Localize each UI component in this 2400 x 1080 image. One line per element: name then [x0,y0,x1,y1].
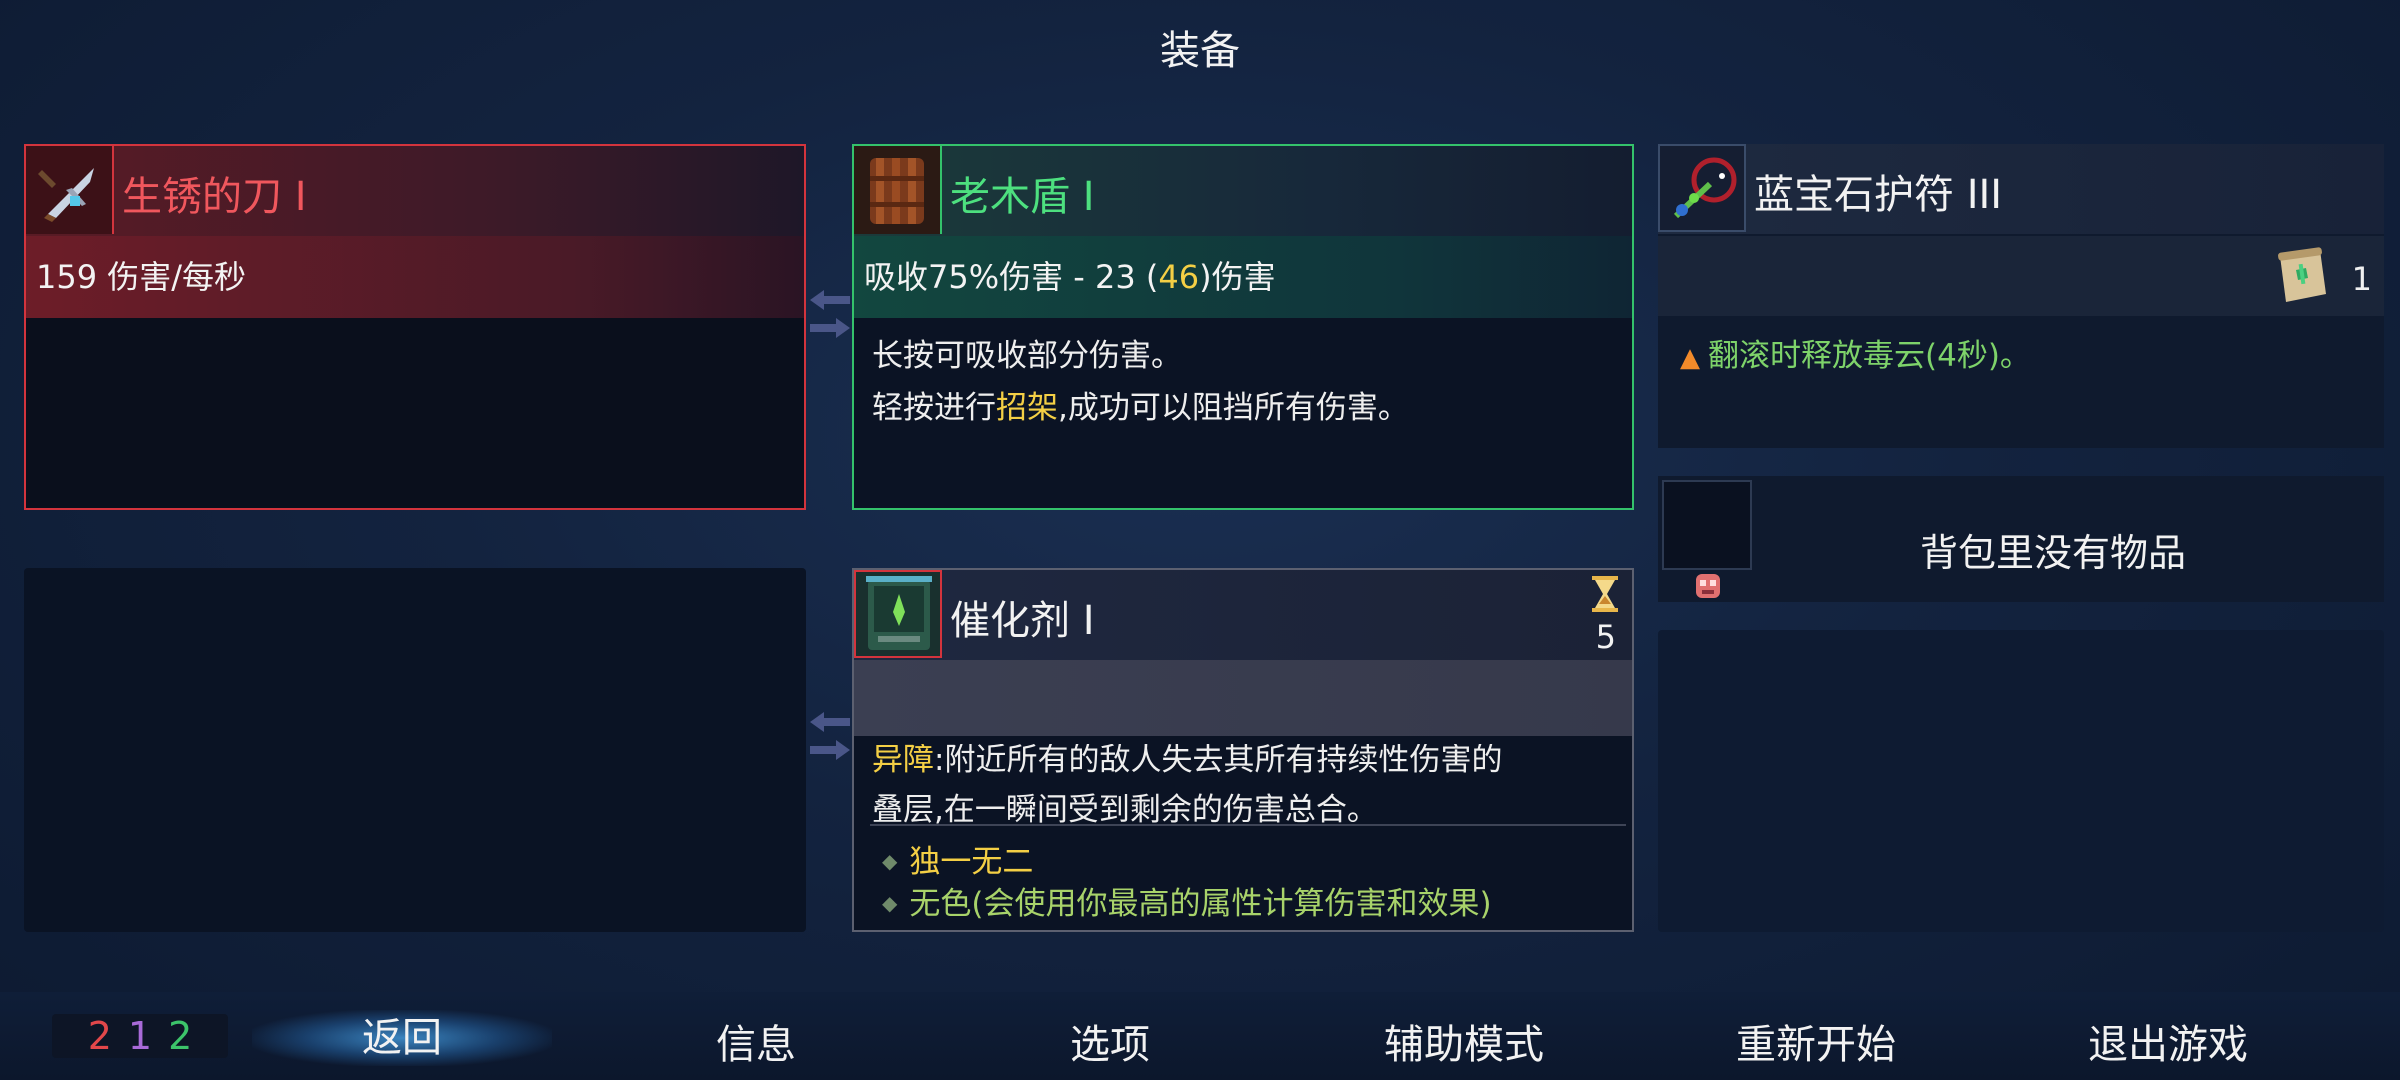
scroll-icon [2278,247,2326,302]
shield-stat-suffix: )伤害 [1199,258,1276,296]
catalyst-tag-colorless-text: 无色(会使用你最高的属性计算伤害和效果) [909,886,1492,922]
sapphire-amulet-icon [1658,144,1746,232]
empty-mutation-area [1658,630,2384,932]
tactics-count: 1 [127,1014,153,1058]
menu-restart-button[interactable]: 重新开始 [1696,1012,1936,1070]
shield-stat-prefix: 吸收75%伤害 - 23 ( [864,258,1159,296]
cooldown-seconds: 5 [1595,618,1616,656]
shield-header: 老木盾 I [854,146,1632,236]
screen-title: 装备 [1160,28,1240,74]
menu-options-button[interactable]: 选项 [990,1012,1230,1070]
backpack-empty-text: 背包里没有物品 [1920,531,2187,575]
amulet-effect: ▲ 翻滚时释放毒云(4秒)。 [1680,330,2031,375]
weapon-header: 生锈的刀 I [26,146,804,236]
weapon-slot[interactable]: 生锈的刀 I 159 伤害/每秒 [24,144,806,510]
catalyst-tag-unique-text: 独一无二 [909,844,1034,880]
catalyst-tag-colorless: ◆ 无色(会使用你最高的属性计算伤害和效果) [882,878,1492,923]
ability-arrow-icon: ▲ [1680,343,1700,373]
weapon-dps: 159 伤害/每秒 [26,236,804,318]
catalyst-header: 催化剂 I [854,570,1632,660]
amulet-effect-text: 翻滚时释放毒云(4秒)。 [1708,338,2031,374]
backpack-slot[interactable]: 背包里没有物品 [1658,476,2384,602]
amulet-name: 蓝宝石护符 III [1754,172,2003,218]
menu-back-button[interactable]: 返回 [252,1010,552,1066]
rusty-sword-icon [26,146,114,234]
shield-stat: 吸收75%伤害 - 23 (46)伤害 [854,236,1632,318]
weapon-name: 生锈的刀 I [122,174,307,220]
catalyst-name: 催化剂 I [950,598,1095,644]
shield-desc-line2: 轻按进行招架,成功可以阻挡所有伤害。 [872,382,1409,434]
catalyst-slot[interactable]: 催化剂 I 5 异障:附近所有的敌人失去其所有持续性伤害的 叠层,在一瞬间受到剩… [852,568,1634,932]
amulet-slot[interactable]: 蓝宝石护符 III 1 ▲ 翻滚时释放毒云(4秒)。 [1658,144,2384,448]
shield-slot[interactable]: 老木盾 I 吸收75%伤害 - 23 (46)伤害 长按可吸收部分伤害。 轻按进… [852,144,1634,510]
shield-desc-line2-prefix: 轻按进行 [872,390,996,426]
bullet-icon: ◆ [882,891,898,915]
catalyst-desc-line1: 异障:附近所有的敌人失去其所有持续性伤害的 [872,742,1503,779]
catalyst-desc-line2: 叠层,在一瞬间受到剩余的伤害总合。 [872,792,1378,828]
menu-info-button[interactable]: 信息 [636,1012,876,1070]
catalyst-tag-unique: ◆ 独一无二 [882,836,1033,881]
survival-count: 2 [168,1014,193,1058]
backpack-icon [1696,574,1720,598]
catalyst-tome-icon [854,570,942,658]
scroll-stats: 212 [52,1014,228,1058]
shield-desc-line2-suffix: ,成功可以阻挡所有伤害。 [1058,390,1409,426]
shield-name: 老木盾 I [950,174,1095,220]
backpack-item-slot[interactable] [1662,480,1752,570]
scroll-count: 1 [2351,260,2372,298]
shield-desc-line1: 长按可吸收部分伤害。 [872,338,1182,374]
cooldown-hourglass-icon [1592,576,1618,612]
parry-keyword: 招架 [996,390,1058,426]
menu-quit-button[interactable]: 退出游戏 [2048,1012,2288,1070]
catalyst-desc-line1-text: :附近所有的敌人失去其所有持续性伤害的 [934,742,1503,778]
wooden-shield-icon [854,146,942,234]
swap-arrows-icon[interactable] [806,706,854,766]
shield-description: 长按可吸收部分伤害。 轻按进行招架,成功可以阻挡所有伤害。 [872,330,1409,434]
menu-assist-mode-button[interactable]: 辅助模式 [1344,1012,1584,1070]
catalyst-keyword: 异障 [872,742,934,778]
bullet-icon: ◆ [882,849,898,873]
swap-arrows-icon[interactable] [806,284,854,344]
catalyst-divider [870,824,1626,826]
empty-skill-slot[interactable] [24,568,806,932]
shield-stat-highlight: 46 [1158,258,1200,296]
brutality-count: 2 [87,1014,112,1058]
amulet-header: 蓝宝石护符 III [1658,144,2384,234]
catalyst-stat-band [854,660,1632,736]
